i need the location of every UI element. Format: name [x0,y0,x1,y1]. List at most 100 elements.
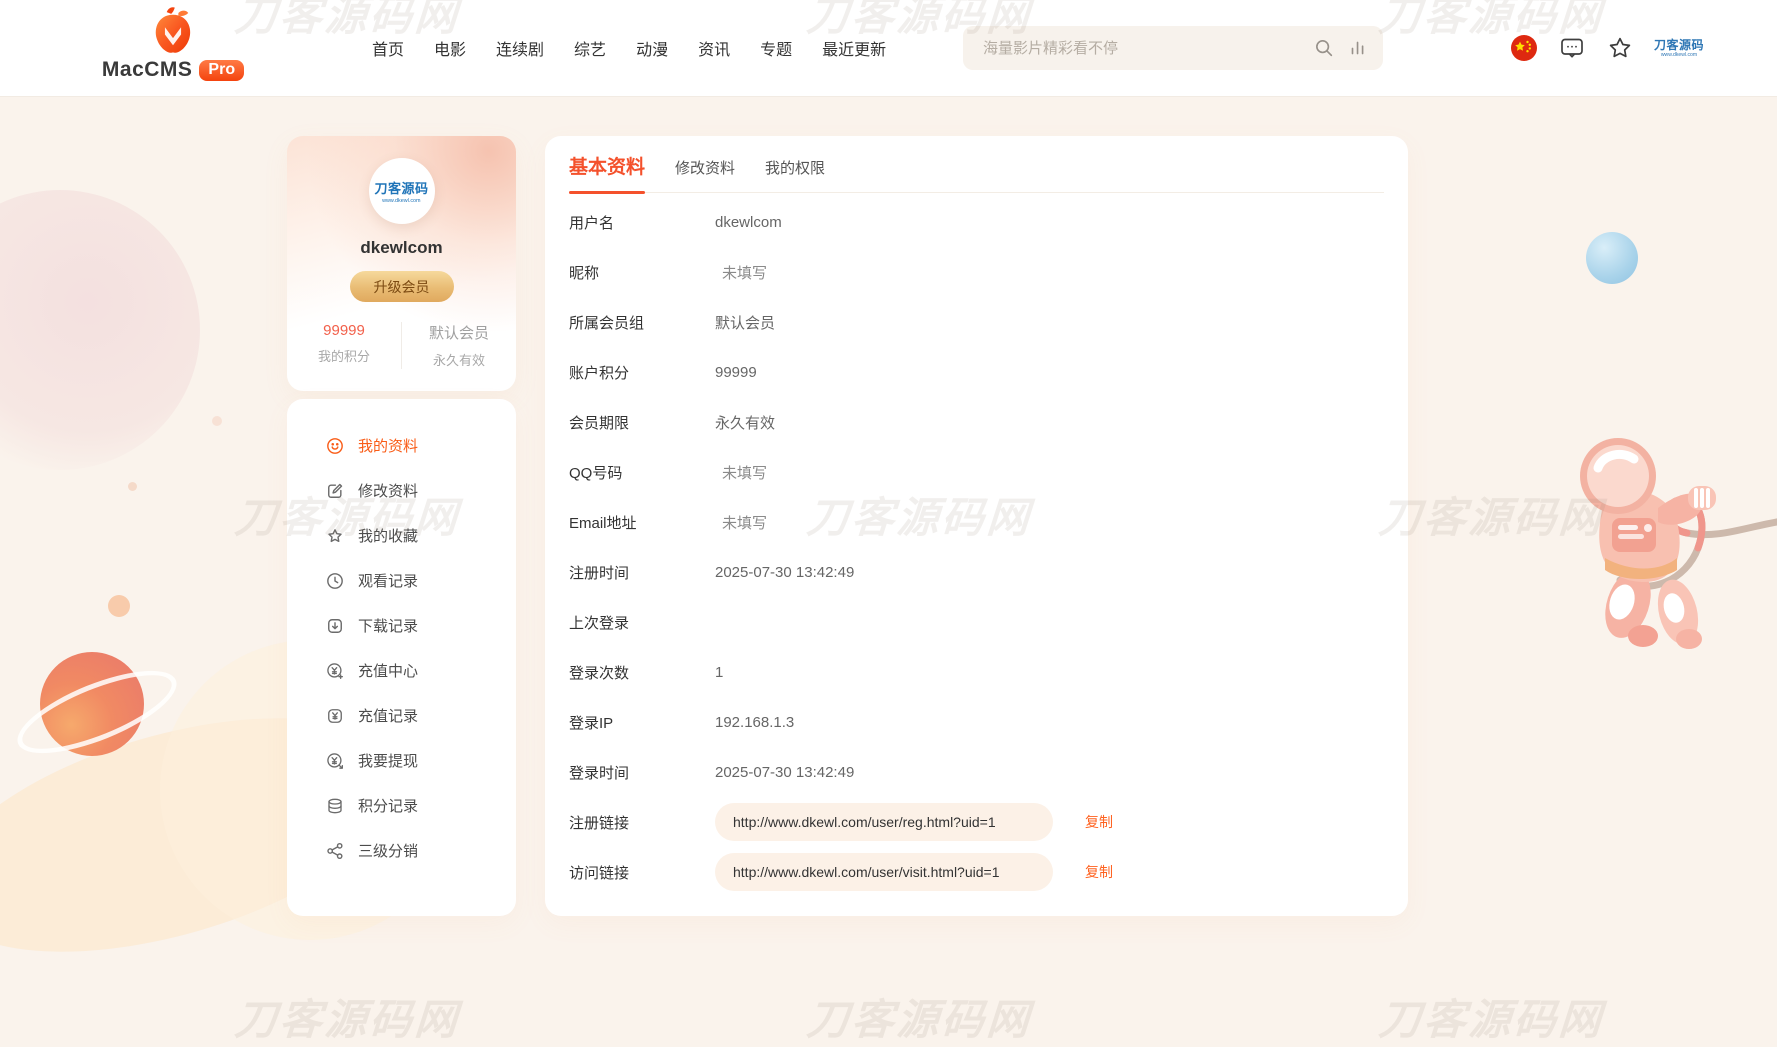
sidebar-item-label: 我的资料 [358,435,418,456]
tab-edit-info[interactable]: 修改资料 [675,157,735,178]
dkewl-site-logo[interactable]: 刀客源码 www.dkewl.com [1654,39,1704,58]
message-icon[interactable] [1558,34,1586,62]
sidebar-item-recharge-records[interactable]: 充值记录 [287,693,516,738]
detail-label: 所属会员组 [569,312,715,333]
watermark-text: 刀客源码网 [805,986,1034,1047]
detail-row: 上次登录 [569,597,1384,647]
detail-label: 会员期限 [569,412,715,433]
sidebar-item-label: 我要提现 [358,750,418,771]
detail-label: 访问链接 [569,862,715,883]
tab-permissions[interactable]: 我的权限 [765,157,825,178]
sidebar-item-points-records[interactable]: 积分记录 [287,783,516,828]
sidebar-menu: 我的资料修改资料我的收藏观看记录下载记录充值中心充值记录我要提现积分记录三级分销 [287,399,516,916]
user-detail-card: 基本资料修改资料我的权限 用户名dkewlcom昵称未填写所属会员组默认会员账户… [545,136,1408,916]
stat-points: 99999 我的积分 [287,322,401,369]
flag-china-icon[interactable] [1510,34,1538,62]
clock-icon [325,571,345,591]
nav-item-4[interactable]: 综艺 [574,36,606,60]
detail-row: QQ号码未填写 [569,447,1384,497]
sidebar-item-recharge-center[interactable]: 充值中心 [287,648,516,693]
nav-item-5[interactable]: 动漫 [636,36,668,60]
copy-button[interactable]: 复制 [1085,862,1113,882]
profile-stats: 99999 我的积分 默认会员 永久有效 [287,322,516,369]
nav-item-2[interactable]: 电影 [434,36,466,60]
avatar-logo-text: 刀客源码 [374,178,428,197]
sidebar-item-watch-history[interactable]: 观看记录 [287,558,516,603]
sidebar-item-edit-profile[interactable]: 修改资料 [287,468,516,513]
upgrade-member-button[interactable]: 升级会员 [350,271,454,302]
detail-row: Email地址未填写 [569,497,1384,547]
brand-name: MacCMS [102,58,193,82]
link-input[interactable] [715,853,1053,891]
detail-label: 登录IP [569,712,715,733]
sidebar-item-distribution[interactable]: 三级分销 [287,828,516,873]
link-input[interactable] [715,803,1053,841]
points-icon [325,796,345,816]
detail-value: 未填写 [715,512,767,533]
detail-row: 登录时间2025-07-30 13:42:49 [569,747,1384,797]
star-icon [325,526,345,546]
detail-row: 会员期限永久有效 [569,397,1384,447]
watermark-text: 刀客源码网 [1377,484,1606,545]
avatar: 刀客源码 www.dkewl.com [369,158,435,224]
recharge-icon [325,661,345,681]
sidebar-item-label: 我的收藏 [358,525,418,546]
detail-value: 1 [715,664,723,681]
share-icon [325,841,345,861]
detail-label: 注册链接 [569,812,715,833]
detail-row: 注册时间2025-07-30 13:42:49 [569,547,1384,597]
top-header: MacCMS Pro 首页 电影 连续剧 综艺 动漫 资讯 专题 最近更新 [0,0,1777,97]
detail-label: 登录时间 [569,762,715,783]
stat-member-group: 默认会员 永久有效 [401,322,516,369]
detail-label: 登录次数 [569,662,715,683]
search-input[interactable] [981,39,1301,58]
sidebar-item-withdraw[interactable]: 我要提现 [287,738,516,783]
site-brand[interactable]: MacCMS Pro [98,4,248,82]
detail-tabs: 基本资料 修改资料 我的权限 [569,152,1384,193]
sidebar-item-label: 下载记录 [358,615,418,636]
decor-dot [212,416,222,426]
nav-item-7[interactable]: 专题 [760,36,792,60]
detail-label: QQ号码 [569,462,715,483]
copy-button[interactable]: 复制 [1085,812,1113,832]
detail-row: 用户名dkewlcom [569,197,1384,247]
detail-label: 注册时间 [569,562,715,583]
decor-dot [128,482,137,491]
withdraw-icon [325,751,345,771]
username: dkewlcom [287,238,516,258]
avatar-logo-subtext: www.dkewl.com [382,198,420,203]
search-icon[interactable] [1313,37,1335,59]
trending-icon[interactable] [1347,37,1369,59]
detail-row: 昵称未填写 [569,247,1384,297]
nav-item-3[interactable]: 连续剧 [496,36,544,60]
detail-row: 注册链接 复制 [569,797,1384,847]
detail-label: 上次登录 [569,612,715,633]
apple-logo-icon [146,4,200,56]
brand-badge: Pro [199,60,244,81]
profile-card: 刀客源码 www.dkewl.com dkewlcom 升级会员 99999 我… [287,136,516,391]
detail-value: 永久有效 [715,412,775,433]
sidebar-item-favorites[interactable]: 我的收藏 [287,513,516,558]
detail-row: 所属会员组默认会员 [569,297,1384,347]
nav-item-8[interactable]: 最近更新 [822,36,886,60]
detail-value: dkewlcom [715,214,782,231]
detail-value: 99999 [715,364,757,381]
sidebar-item-profile[interactable]: 我的资料 [287,423,516,468]
detail-row: 登录IP192.168.1.3 [569,697,1384,747]
main-navigation: 首页 电影 连续剧 综艺 动漫 资讯 专题 最近更新 [372,0,886,96]
favorite-star-icon[interactable] [1606,34,1634,62]
nav-item-6[interactable]: 资讯 [698,36,730,60]
sidebar-item-label: 三级分销 [358,840,418,861]
sidebar-item-download-history[interactable]: 下载记录 [287,603,516,648]
tab-basic-info[interactable]: 基本资料 [569,152,645,179]
download-icon [325,616,345,636]
nav-item-1[interactable]: 首页 [372,36,404,60]
detail-value: 192.168.1.3 [715,714,794,731]
decor-soft-circle [0,190,200,470]
watermark-text: 刀客源码网 [233,986,462,1047]
decor-blue-moon [1586,232,1638,284]
recharge-record-icon [325,706,345,726]
detail-row: 访问链接 复制 [569,847,1384,897]
sidebar-item-label: 积分记录 [358,795,418,816]
sidebar-item-label: 充值记录 [358,705,418,726]
